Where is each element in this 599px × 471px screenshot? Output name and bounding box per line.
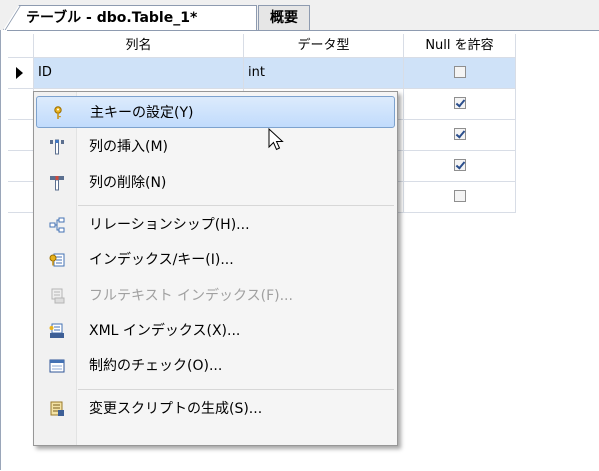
menu-item-label: 列の削除(N)	[89, 175, 167, 191]
column-name-cell[interactable]: ID	[34, 58, 244, 89]
tab-table-designer[interactable]: テーブル - dbo.Table_1*	[3, 5, 257, 30]
designer-left-edge	[0, 30, 7, 470]
table-row[interactable]: ID int	[8, 58, 517, 89]
key-icon	[54, 106, 62, 119]
row-selector[interactable]	[8, 89, 34, 120]
allow-null-checkbox[interactable]	[453, 96, 466, 109]
allow-null-cell[interactable]	[404, 58, 516, 89]
menu-item-label: インデックス/キー(I)...	[89, 252, 234, 268]
menu-item-insert-column[interactable]: 列の挿入(M)	[36, 131, 395, 163]
menu-item-generate-change-script[interactable]: 変更スクリプトの生成(S)...	[36, 393, 395, 425]
menu-item-label: 変更スクリプトの生成(S)...	[89, 401, 263, 417]
current-row-arrow-icon	[16, 67, 23, 79]
menu-item-label: フルテキスト インデックス(F)...	[89, 288, 293, 304]
menu-item-label: 主キーの設定(Y)	[90, 105, 194, 121]
row-selector[interactable]	[8, 58, 34, 89]
tab-summary[interactable]: 概要	[258, 5, 310, 30]
menu-item-delete-column[interactable]: 列の削除(N)	[36, 167, 395, 199]
row-header-corner	[8, 34, 34, 58]
generate-script-icon	[50, 401, 64, 416]
xml-index-icon	[49, 323, 64, 338]
header-column-name[interactable]: 列名	[34, 34, 244, 58]
check-constraint-icon	[49, 359, 65, 373]
menu-item-indexes-keys[interactable]: インデックス/キー(I)...	[36, 244, 395, 276]
relationship-icon	[49, 217, 65, 233]
allow-null-cell[interactable]	[404, 182, 516, 213]
menu-separator	[78, 389, 394, 390]
menu-item-label: 列の挿入(M)	[89, 139, 169, 155]
tab-summary-label: 概要	[270, 10, 298, 26]
data-type-cell[interactable]: int	[244, 58, 404, 89]
menu-separator	[78, 205, 394, 206]
tab-strip: テーブル - dbo.Table_1* 概要	[0, 0, 599, 34]
menu-item-label: 制約のチェック(O)...	[89, 358, 223, 374]
menu-item-label: XML インデックス(X)...	[89, 323, 241, 339]
mouse-cursor-icon	[268, 128, 284, 151]
allow-null-checkbox[interactable]	[453, 65, 466, 78]
menu-item-set-primary-key[interactable]: 主キーの設定(Y)	[36, 96, 395, 128]
allow-null-cell[interactable]	[404, 120, 516, 151]
delete-column-icon	[50, 176, 64, 191]
row-selector[interactable]	[8, 120, 34, 151]
row-selector[interactable]	[8, 151, 34, 182]
menu-item-fulltext-index[interactable]: フルテキスト インデックス(F)...	[36, 280, 395, 312]
menu-item-check-constraints[interactable]: 制約のチェック(O)...	[36, 350, 395, 382]
context-menu: 主キーの設定(Y) 列の挿入(M) 列の削除(N) リレーションシップ(H)..…	[33, 91, 398, 446]
header-data-type[interactable]: データ型	[244, 34, 404, 58]
allow-null-checkbox[interactable]	[453, 189, 466, 202]
menu-item-label: リレーションシップ(H)...	[89, 217, 250, 233]
allow-null-checkbox[interactable]	[453, 158, 466, 171]
allow-null-cell[interactable]	[404, 89, 516, 120]
header-allow-null[interactable]: Null を許容	[404, 34, 516, 58]
menu-item-xml-index[interactable]: XML インデックス(X)...	[36, 315, 395, 347]
allow-null-cell[interactable]	[404, 151, 516, 182]
insert-column-icon	[50, 139, 64, 155]
menu-item-relationships[interactable]: リレーションシップ(H)...	[36, 209, 395, 241]
index-key-icon	[49, 253, 65, 267]
tab-table-designer-label: テーブル - dbo.Table_1*	[26, 10, 198, 26]
allow-null-checkbox[interactable]	[453, 127, 466, 140]
row-selector[interactable]	[8, 182, 34, 213]
fulltext-index-icon	[51, 288, 65, 304]
